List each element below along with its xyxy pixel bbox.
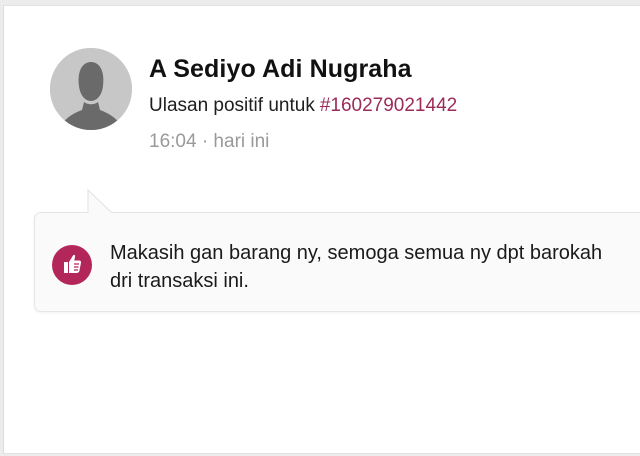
review-message: Makasih gan barang ny, semoga semua ny d…: [110, 242, 603, 292]
order-id-link[interactable]: #160279021442: [320, 95, 457, 116]
review-summary: Ulasan positif untuk #160279021442: [149, 95, 457, 117]
review-timestamp: 16:04 · hari ini: [149, 131, 270, 152]
review-summary-label: Ulasan positif untuk: [149, 95, 315, 116]
thumbs-up-icon: [52, 245, 92, 285]
default-avatar-icon: [50, 48, 132, 130]
reviewer-name[interactable]: A Sediyo Adi Nugraha: [149, 55, 412, 84]
bubble-pointer: [87, 189, 113, 214]
reviewer-avatar[interactable]: [50, 48, 132, 130]
